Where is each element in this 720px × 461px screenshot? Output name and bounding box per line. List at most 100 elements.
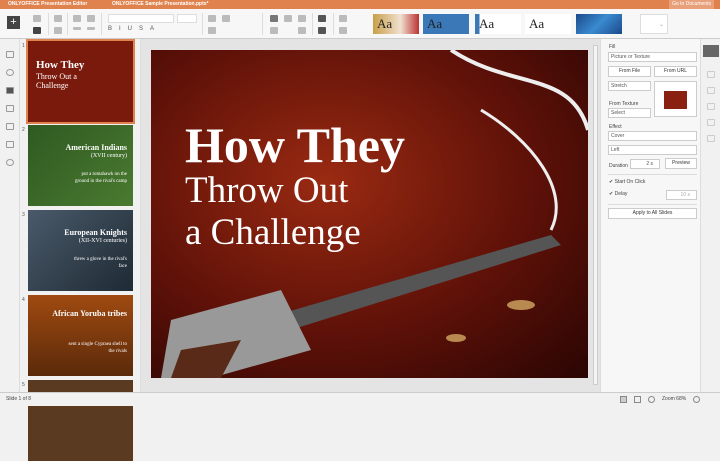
search-icon[interactable] — [6, 69, 14, 76]
vertical-scrollbar[interactable] — [593, 45, 598, 385]
file-name: ONLYOFFICE Sample Presentation.pptx* — [112, 1, 209, 7]
theme-5[interactable] — [576, 14, 622, 34]
thumb-subtitle: (XVII century) — [90, 153, 127, 159]
thumb-title: African Yoruba tribes — [52, 309, 127, 318]
preview-button[interactable]: Preview — [665, 158, 697, 169]
apply-to-all-slides-button[interactable]: Apply to All Slides — [608, 208, 697, 219]
duration-input[interactable]: 2 s — [630, 159, 660, 169]
arrange-icon[interactable] — [318, 15, 326, 22]
paste-icon[interactable] — [87, 15, 95, 22]
from-url-button[interactable]: From URL — [654, 66, 697, 77]
theme-2[interactable]: Aa — [423, 14, 469, 34]
left-sidebar — [0, 39, 20, 392]
zoom-in-button[interactable] — [693, 396, 700, 403]
slide-settings-icon[interactable] — [703, 45, 719, 57]
thumb-number: 3 — [22, 212, 25, 218]
text-settings-icon[interactable] — [707, 135, 715, 142]
image-settings-icon[interactable] — [707, 87, 715, 94]
delay-checkbox[interactable]: ✔ Delay — [609, 191, 627, 197]
app-title: ONLYOFFICE Presentation Editor — [8, 1, 88, 7]
slide-thumbnail[interactable]: American Indians (XVII century) put a to… — [28, 125, 133, 206]
slide-thumbnails-panel: 1 How They Throw Out a Challenge 2 Ameri… — [20, 39, 141, 461]
save-icon[interactable] — [54, 27, 62, 34]
fit-width-icon[interactable] — [634, 396, 641, 403]
insert-chart-icon[interactable] — [284, 15, 292, 22]
thumb-number: 4 — [22, 297, 25, 303]
chat-icon[interactable] — [6, 141, 14, 148]
themes-dropdown[interactable]: ⌄ — [640, 14, 668, 34]
slide-icon[interactable] — [33, 27, 41, 34]
title-bar: ONLYOFFICE Presentation Editor ONLYOFFIC… — [0, 0, 720, 9]
slide-thumbnail[interactable]: European Knights (XII-XVI centuries) thr… — [28, 210, 133, 291]
fit-slide-icon[interactable] — [620, 396, 627, 403]
table-settings-icon[interactable] — [707, 119, 715, 126]
zoom-level: Zoom 68% — [662, 396, 687, 402]
effect-label: Effect — [609, 124, 622, 130]
print-icon[interactable] — [54, 15, 62, 22]
toolbar: + BIUSA Aa Aa Aa Aa ⌄ — [0, 9, 720, 39]
font-size-select[interactable] — [177, 14, 197, 23]
direction-select[interactable]: Left — [608, 145, 697, 155]
fill-label: Fill — [609, 44, 616, 50]
shape-settings-icon[interactable] — [707, 71, 715, 78]
theme-4[interactable]: Aa — [525, 14, 571, 34]
stretch-select[interactable]: Stretch — [608, 81, 651, 91]
slide-settings-panel: Fill Picture or Texture From File From U… — [600, 39, 700, 392]
texture-select[interactable]: Select — [608, 108, 651, 118]
start-on-click-checkbox[interactable]: ✔ Start On Click — [609, 179, 645, 185]
from-file-button[interactable]: From File — [608, 66, 651, 77]
insert-shape-icon[interactable] — [298, 27, 306, 34]
users-icon[interactable] — [6, 123, 14, 130]
format-buttons[interactable]: BIUSA — [108, 26, 198, 33]
zoom-out-button[interactable] — [648, 396, 655, 403]
numbering-icon[interactable] — [222, 15, 230, 22]
delay-label: Delay — [614, 191, 628, 197]
thumb-number: 5 — [22, 382, 25, 388]
status-bar: Slide 1 of 8 Zoom 68% — [0, 392, 720, 406]
delay-input[interactable]: 10 s — [666, 190, 697, 200]
file-icon[interactable] — [6, 51, 14, 58]
thumb-subtitle: Throw Out a Challenge — [36, 72, 77, 90]
from-texture-label: From Texture — [609, 101, 639, 107]
right-sidebar — [700, 39, 720, 392]
effect-select[interactable]: Cover — [608, 131, 697, 141]
thumb-title: How They — [36, 59, 85, 71]
clear-style-icon[interactable] — [339, 15, 347, 22]
align-shape-icon[interactable] — [318, 27, 326, 34]
redo-icon[interactable] — [87, 27, 95, 30]
fill-type-select[interactable]: Picture or Texture — [608, 52, 697, 62]
insert-image-icon[interactable] — [270, 15, 278, 22]
thumb-title: European Knights — [64, 228, 127, 237]
slide-1[interactable]: How They Throw Out a Challenge — [151, 50, 588, 378]
copy-style-icon[interactable] — [339, 27, 347, 34]
insert-table-icon[interactable] — [270, 27, 278, 34]
slides-icon[interactable] — [6, 87, 14, 94]
comments-icon[interactable] — [6, 105, 14, 112]
thumb-body: sent a single Cypraea shell to the rival… — [68, 342, 127, 354]
thumb-number: 1 — [22, 43, 25, 49]
slide-thumbnail[interactable]: How They Throw Out a Challenge — [26, 39, 135, 124]
slide-counter: Slide 1 of 8 — [6, 396, 32, 402]
thumb-body: threw a glove in the rival's face — [74, 257, 127, 269]
theme-3[interactable]: Aa — [475, 14, 521, 34]
about-icon[interactable] — [6, 159, 14, 166]
go-to-documents-link[interactable]: Go to Documents — [669, 0, 714, 9]
chart-settings-icon[interactable] — [707, 103, 715, 110]
thumb-title: American Indians — [65, 143, 127, 152]
theme-1[interactable]: Aa — [373, 14, 419, 34]
layout-icon[interactable] — [33, 15, 41, 22]
insert-textbox-icon[interactable] — [298, 15, 306, 22]
align-icon[interactable] — [208, 27, 216, 34]
font-name-select[interactable] — [108, 14, 174, 23]
check-icon: ✔ — [609, 191, 614, 197]
undo-icon[interactable] — [73, 27, 81, 30]
slide-thumbnail[interactable]: African Yoruba tribes sent a single Cypr… — [28, 295, 133, 376]
bullets-icon[interactable] — [208, 15, 216, 22]
revolver-image — [161, 50, 588, 378]
add-slide-button[interactable]: + — [7, 16, 20, 29]
texture-preview — [654, 81, 697, 117]
copy-icon[interactable] — [73, 15, 81, 22]
thumb-body: put a tomahawk on the ground in the riva… — [75, 172, 127, 184]
thumb-subtitle: (XII-XVI centuries) — [78, 238, 127, 244]
start-on-click-label: Start On Click — [614, 179, 646, 185]
